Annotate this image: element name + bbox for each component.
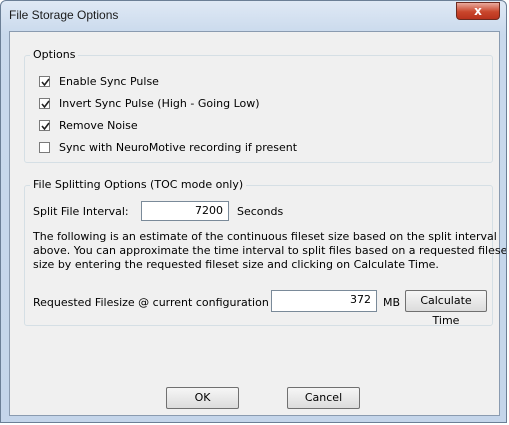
calculate-time-button[interactable]: Calculate Time [405,290,487,327]
filesize-unit: MB [383,296,401,309]
checkmark-icon [41,100,50,109]
description-line: The following is an estimate of the cont… [33,230,497,243]
dialog-window: File Storage Options x Options Enable Sy… [0,0,507,423]
file-splitting-legend: File Splitting Options (TOC mode only) [30,178,247,191]
ok-button[interactable]: OK [166,387,239,409]
checkbox-box[interactable] [39,98,50,109]
close-icon: x [474,4,482,18]
description-line: above. You can approximate the time inte… [33,244,507,257]
checkbox-label: Remove Noise [59,119,138,132]
checkmark-icon [41,122,50,131]
checkbox-label: Enable Sync Pulse [59,75,159,88]
checkbox-box[interactable] [39,142,50,153]
checkbox-box[interactable] [39,76,50,87]
split-interval-input[interactable]: 7200 [141,201,229,221]
file-splitting-group: File Splitting Options (TOC mode only) S… [24,178,506,327]
title-bar[interactable]: File Storage Options x [1,1,506,31]
checkmark-icon [41,78,50,87]
split-interval-label: Split File Interval: [33,205,129,218]
requested-filesize-input[interactable]: 372 [271,290,377,312]
dialog-client-area: Options Enable Sync Pulse Invert Sync Pu… [9,31,506,416]
checkbox-label: Invert Sync Pulse (High - Going Low) [59,97,260,110]
checkbox-label: Sync with NeuroMotive recording if prese… [59,141,298,154]
window-title: File Storage Options [9,8,119,22]
options-legend: Options [30,48,79,61]
cancel-button[interactable]: Cancel [287,387,360,409]
close-button[interactable]: x [456,2,500,20]
options-group: Options Enable Sync Pulse Invert Sync Pu… [24,48,493,163]
description-line: size by entering the requested fileset s… [33,258,439,271]
requested-filesize-label: Requested Filesize @ current configurati… [33,296,269,309]
estimate-description: The following is an estimate of the cont… [33,230,507,272]
checkbox-box[interactable] [39,120,50,131]
split-interval-unit: Seconds [237,205,284,218]
